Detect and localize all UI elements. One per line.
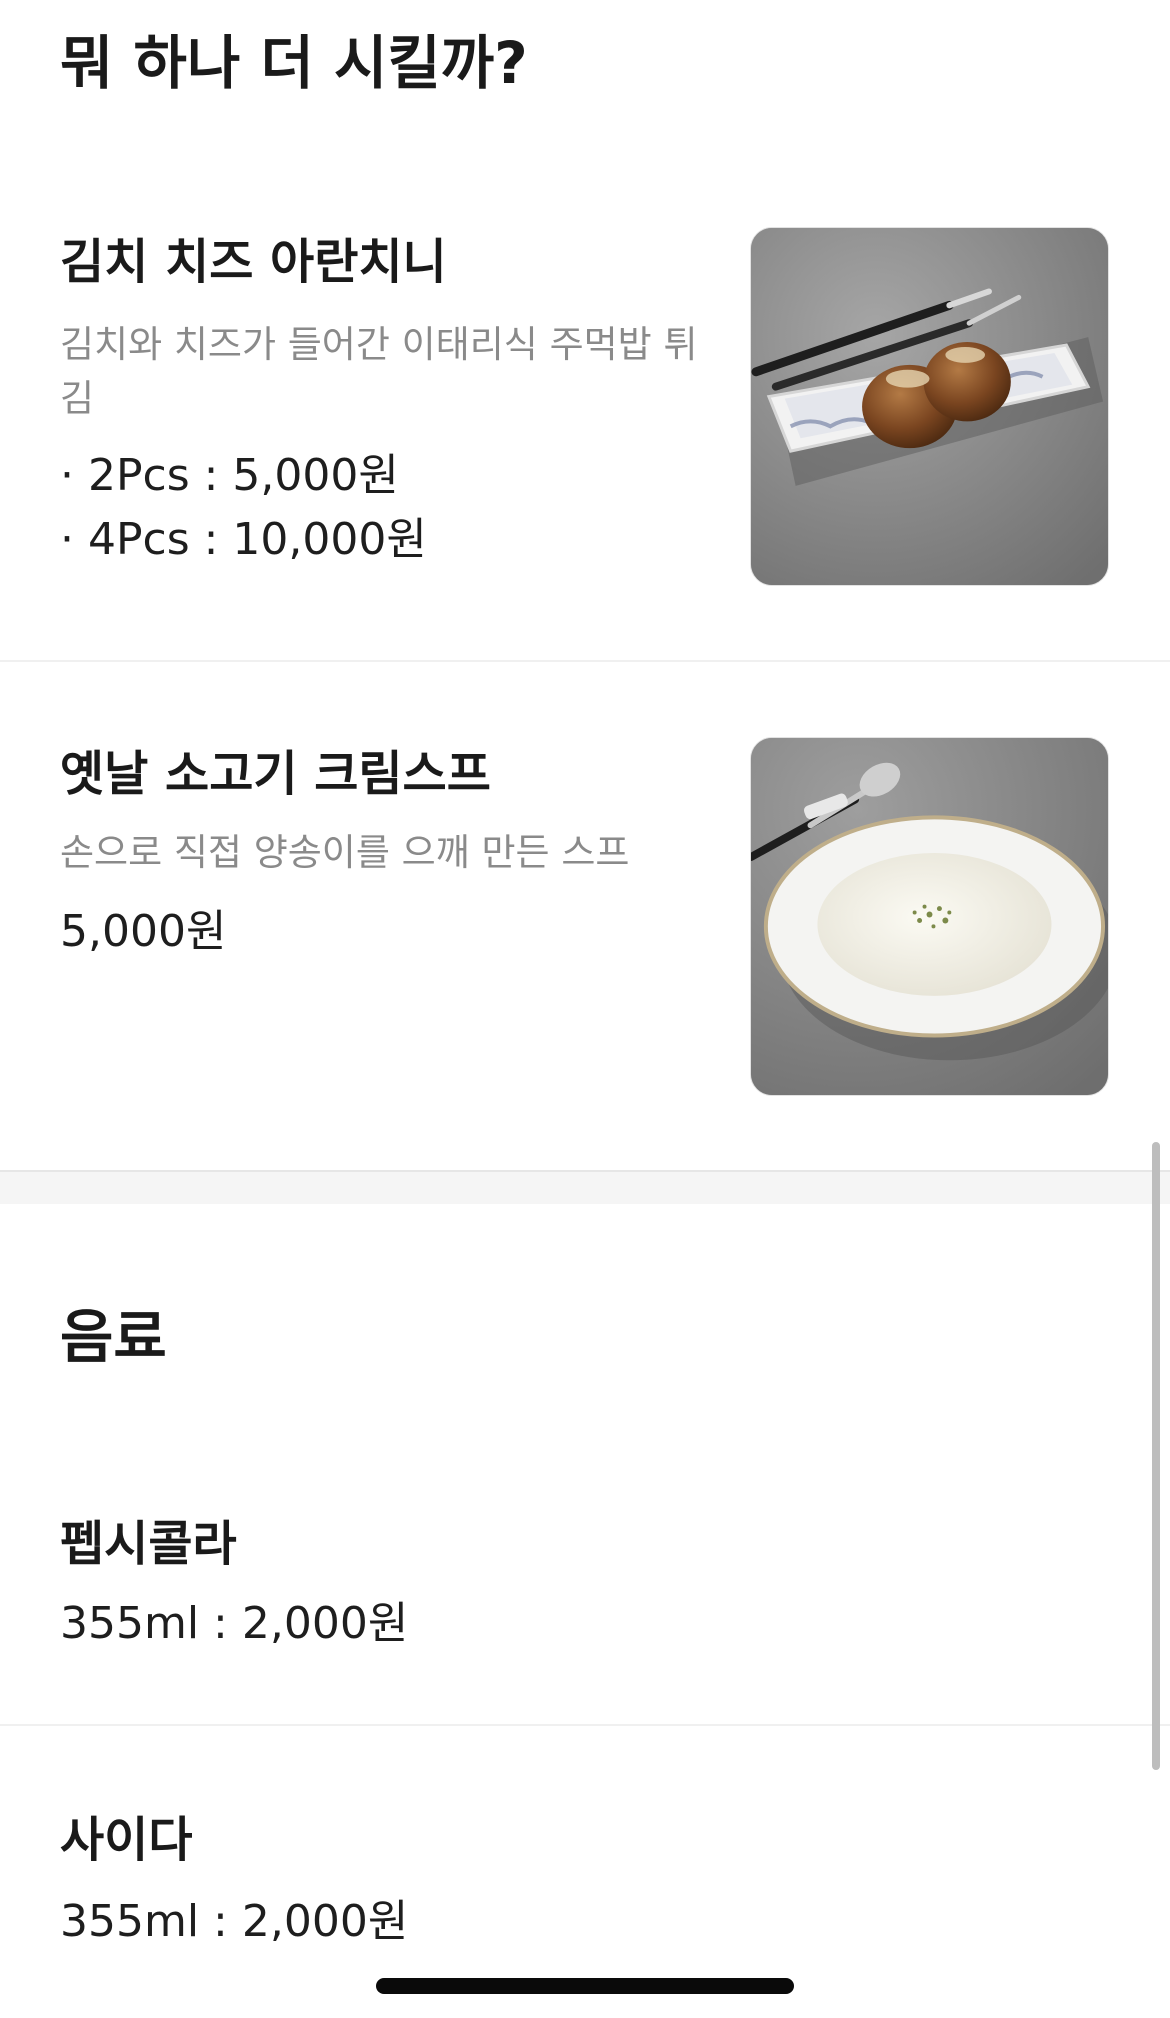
menu-item-name: 사이다 <box>60 1812 193 1868</box>
menu-item-price: 355ml : 2,000원 <box>60 1896 409 1947</box>
menu-item-price-option: · 4Pcs : 10,000원 <box>60 514 427 565</box>
menu-item-name: 옛날 소고기 크림스프 <box>60 746 491 802</box>
item-divider <box>0 660 1170 662</box>
menu-item-name: 펩시콜라 <box>60 1516 237 1572</box>
menu-item-price-option: · 2Pcs : 5,000원 <box>60 450 399 501</box>
item-divider <box>0 1724 1170 1726</box>
arancini-photo-graphic <box>751 228 1108 585</box>
vertical-scrollbar[interactable] <box>1152 1142 1160 1770</box>
cream-soup-photo-graphic <box>751 738 1108 1095</box>
menu-item-price: 355ml : 2,000원 <box>60 1598 409 1649</box>
menu-item-description: 김치와 치즈가 들어간 이태리식 주먹밥 튀김 <box>60 323 698 420</box>
section-title-more: 뭐 하나 더 시킬까? <box>60 29 528 97</box>
cream-soup-dish-photo[interactable] <box>750 737 1109 1096</box>
menu-item-price: 5,000원 <box>60 906 227 957</box>
menu-item-description: 손으로 직접 양송이를 으깨 만든 스프 <box>60 831 630 874</box>
menu-item-name: 김치 치즈 아란치니 <box>60 234 447 290</box>
arancini-dish-photo[interactable] <box>750 227 1109 586</box>
section-title-drinks: 음료 <box>60 1303 167 1371</box>
menu-page: 뭐 하나 더 시킬까? 김치 치즈 아란치니 김치와 치즈가 들어간 이태리식 … <box>0 0 1170 2018</box>
home-indicator[interactable] <box>376 1978 794 1994</box>
section-divider <box>0 1170 1170 1204</box>
